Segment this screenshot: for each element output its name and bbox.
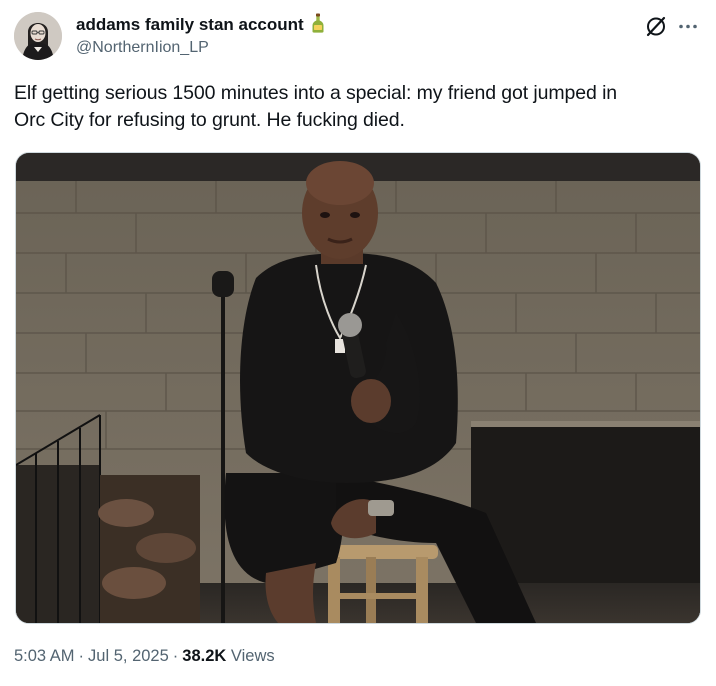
views-count: 38.2K	[182, 647, 227, 665]
comedian-on-stool-photo	[16, 153, 700, 623]
views-label: Views	[230, 647, 275, 665]
author-display-name[interactable]: addams family stan account	[76, 13, 326, 39]
meta-separator: ·	[78, 647, 85, 665]
grok-icon[interactable]	[644, 14, 668, 38]
author-handle[interactable]: @NorthernIion_LP	[76, 38, 209, 58]
bottle-emoji-icon	[310, 13, 326, 39]
tweet-time[interactable]: 5:03 AM	[14, 647, 75, 665]
meta-separator-2: ·	[172, 647, 179, 665]
more-icon[interactable]	[676, 14, 700, 38]
media-photo[interactable]	[15, 152, 701, 624]
display-name-text: addams family stan account	[76, 15, 304, 34]
tweet-meta: 5:03 AM · Jul 5, 2025 · 38.2K Views	[14, 645, 275, 667]
tweet-date[interactable]: Jul 5, 2025	[88, 647, 169, 665]
tweet-text: Elf getting serious 1500 minutes into a …	[14, 82, 618, 131]
avatar[interactable]	[14, 12, 62, 60]
profile-photo	[14, 12, 62, 60]
